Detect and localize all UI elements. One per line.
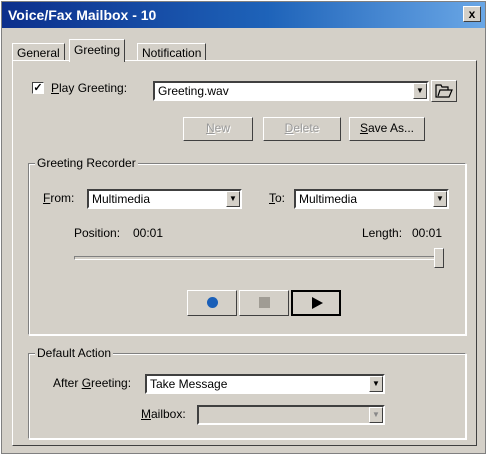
after-greeting-dropdown[interactable]: Take Message ▼ [145,374,385,394]
position-label: Position: [74,226,121,240]
from-value: Multimedia [92,192,151,206]
position-value: 00:01 [133,226,164,240]
tab-general[interactable]: General [12,43,65,61]
record-button[interactable] [187,290,237,316]
position-slider-thumb[interactable] [434,248,444,268]
to-dropdown[interactable]: Multimedia ▼ [294,189,449,209]
play-greeting-label: Play Greeting: [51,81,128,95]
after-greeting-value: Take Message [150,377,228,391]
to-label: To: [269,191,286,205]
checkmark-icon: ✓ [33,82,43,94]
mailbox-dropdown[interactable]: ▼ [197,405,385,425]
to-value: Multimedia [299,192,358,206]
chevron-down-icon[interactable]: ▼ [433,191,447,207]
delete-button[interactable]: Delete [263,117,341,141]
close-button[interactable]: x [463,6,481,22]
from-label: From: [43,191,75,205]
record-icon [207,297,218,308]
title-bar[interactable]: Voice/Fax Mailbox - 10 x [2,2,485,28]
chevron-down-icon[interactable]: ▼ [413,83,427,99]
browse-folder-button[interactable] [431,80,457,102]
play-icon [312,297,323,309]
play-button[interactable] [291,290,341,316]
position-slider-track[interactable] [74,256,444,260]
folder-open-icon [435,84,453,98]
play-greeting-checkbox[interactable]: ✓ [32,82,44,94]
chevron-down-icon[interactable]: ▼ [226,191,240,207]
tab-general-label: General [17,46,60,60]
stop-button[interactable] [239,290,289,316]
chevron-down-icon[interactable]: ▼ [369,407,383,423]
tab-notification-label: Notification [142,46,202,60]
chevron-down-icon[interactable]: ▼ [369,376,383,392]
greeting-file-dropdown[interactable]: Greeting.wav ▼ [153,81,429,101]
new-button[interactable]: New [183,117,253,141]
tab-greeting[interactable]: Greeting [69,39,126,62]
default-action-title: Default Action [35,346,114,360]
stop-icon [259,297,270,308]
tab-greeting-label: Greeting [74,43,121,57]
greeting-recorder-title: Greeting Recorder [35,156,138,170]
save-as-button[interactable]: Save As... [349,117,425,141]
length-value: 00:01 [412,226,443,240]
greeting-file-value: Greeting.wav [158,84,229,98]
default-action-group: Default Action After Greeting: Take Mess… [28,346,466,439]
mailbox-dialog: Voice/Fax Mailbox - 10 x General Greetin… [1,1,486,454]
mailbox-label: Mailbox: [141,407,186,421]
window-title: Voice/Fax Mailbox - 10 [8,7,157,23]
greeting-recorder-group: Greeting Recorder From: Multimedia ▼ To:… [28,156,466,335]
length-label: Length: [362,226,403,240]
greeting-panel: ✓ Play Greeting: Greeting.wav ▼ New Dele… [12,60,477,446]
tab-notification[interactable]: Notification [137,43,207,61]
from-dropdown[interactable]: Multimedia ▼ [87,189,242,209]
after-greeting-label: After Greeting: [53,376,132,390]
close-icon: x [468,7,476,21]
